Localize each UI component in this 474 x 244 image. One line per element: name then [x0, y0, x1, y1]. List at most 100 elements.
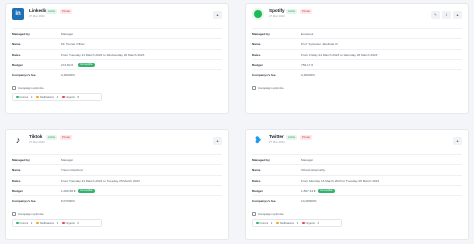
upload-icon[interactable]: ▲	[213, 11, 222, 19]
row-dates: Dates From Monday 13 March 2023 to Tuesd…	[252, 174, 462, 185]
card-header: in Linkedin 27 Mar 2023 Active Private ▲	[12, 8, 222, 24]
current-label: Current	[19, 95, 29, 99]
optimize-summary[interactable]: Current 3 Notifications 4 Urgents 8	[12, 93, 102, 101]
campaign-name: Tiktok	[29, 134, 43, 139]
optimize-summary[interactable]: Current 4 Notifications 3 Urgents 4	[252, 219, 342, 227]
optimize-title: Campaign optimize	[18, 212, 44, 216]
row-fee: Companys's fee 9,28000%	[12, 69, 222, 79]
row-budget: Budget 1.897,44 € Convertible	[252, 184, 462, 195]
row-managed-by: Managed by Emetteur	[252, 28, 462, 38]
row-name: Name Orland Abernathy	[252, 164, 462, 174]
notifications-count: 4	[56, 95, 59, 99]
current-count: 4	[30, 221, 33, 225]
card-header: Spotify 27 Mar 2023 Active Private ✎ ⇩ ▲	[252, 8, 462, 24]
card-header: ❥ Twitter 27 Mar 2023 Active Private ▲	[252, 134, 462, 150]
row-managed-by: Managed by Manager	[12, 28, 222, 38]
row-managed-by: Managed by Manager	[12, 154, 222, 164]
campaign-date: 27 Mar 2023	[269, 14, 285, 18]
row-name: Name Prof. Sylvester Jakubiak III	[252, 38, 462, 48]
row-name: Name Travon Reichert	[12, 164, 222, 174]
upload-icon[interactable]: ▲	[213, 137, 222, 145]
notifications-label: Notifications	[39, 221, 54, 225]
optimize-title: Campaign optimize	[258, 86, 284, 90]
label: Companys's fee	[12, 199, 36, 204]
urgents-label: Urgents	[65, 95, 75, 99]
current-count: 4	[270, 221, 273, 225]
edit-icon[interactable]: ✎	[431, 11, 440, 19]
convertible-badge: Convertible	[318, 188, 335, 194]
urgents-count: 4	[317, 221, 319, 225]
card-actions: ▲	[213, 137, 222, 145]
optimize-title: Campaign optimize	[18, 86, 44, 90]
card-actions: ▲	[453, 137, 462, 145]
campaign-card-spotify: Spotify 27 Mar 2023 Active Private ✎ ⇩ ▲…	[245, 3, 469, 114]
status-badge-active: Active	[286, 135, 298, 140]
urgents-dot-icon	[62, 95, 65, 99]
campaign-date: 27 Mar 2023	[29, 14, 45, 18]
urgents-label: Urgents	[65, 221, 75, 225]
optimize-icon	[12, 86, 16, 90]
current-count: 3	[30, 95, 33, 99]
urgents-count: 8	[77, 95, 79, 99]
upload-icon[interactable]: ▲	[453, 11, 462, 19]
urgents-label: Urgents	[305, 221, 315, 225]
row-name: Name Mr. Hunter Offset	[12, 38, 222, 48]
campaign-card-twitter: ❥ Twitter 27 Mar 2023 Active Private ▲ M…	[245, 129, 469, 240]
status-badge-private: Private	[300, 9, 313, 14]
notifications-label: Notifications	[39, 95, 54, 99]
current-dot-icon	[256, 221, 259, 225]
campaign-card-tiktok: ♪ Tiktok 27 Mar 2023 Active Private ▲ Ma…	[5, 129, 229, 240]
value: 8,07000%	[61, 199, 75, 204]
upload-icon[interactable]: ▲	[453, 137, 462, 145]
campaign-optimize: Campaign optimize	[252, 86, 462, 90]
row-fee: Companys's fee 8,07000%	[12, 195, 222, 205]
current-dot-icon	[16, 221, 19, 225]
urgents-count: 6	[77, 221, 79, 225]
status-badge-active: Active	[46, 9, 58, 14]
notifications-dot-icon	[36, 221, 39, 225]
notifications-dot-icon	[276, 221, 279, 225]
value: 10,28000%	[301, 199, 317, 204]
current-label: Current	[19, 221, 29, 225]
notifications-label: Notifications	[279, 221, 294, 225]
twitter-logo-icon: ❥	[254, 134, 262, 145]
row-managed-by: Managed by Manager	[252, 154, 462, 164]
row-budget: Budget 759,17 €	[252, 58, 462, 69]
convertible-badge: Convertible	[78, 62, 95, 68]
row-fee: Companys's fee 9,28000%	[252, 69, 462, 79]
campaign-name: Spotify	[269, 8, 285, 13]
optimize-title: Campaign optimize	[258, 212, 284, 216]
campaign-name: Twitter	[269, 134, 284, 139]
tiktok-logo-icon: ♪	[15, 135, 21, 145]
label: Companys's fee	[252, 73, 276, 78]
campaign-date: 27 Mar 2023	[269, 140, 285, 144]
current-dot-icon	[16, 95, 19, 99]
optimize-summary[interactable]: Current 4 Notifications 4 Urgents 6	[12, 219, 102, 227]
optimize-icon	[252, 212, 256, 216]
card-actions: ✎ ⇩ ▲	[431, 11, 462, 19]
row-dates: Dates From Tuesday 21 March 2023 to Wedn…	[12, 48, 222, 59]
campaign-optimize: Campaign optimize Current 4 Notification…	[252, 212, 462, 227]
value: 9,28000%	[61, 73, 75, 78]
notifications-count: 4	[56, 221, 59, 225]
status-badge-active: Active	[286, 9, 298, 14]
urgents-dot-icon	[62, 221, 65, 225]
row-budget: Budget 274,82 € Convertible	[12, 58, 222, 69]
status-badge-private: Private	[300, 135, 313, 140]
status-badge-active: Active	[46, 135, 58, 140]
row-fee: Companys's fee 10,28000%	[252, 195, 462, 205]
row-budget: Budget 1.009,86 € Convertible	[12, 184, 222, 195]
current-label: Current	[259, 221, 269, 225]
spotify-logo-icon	[252, 8, 264, 20]
notifications-dot-icon	[36, 95, 39, 99]
status-badge-private: Private	[60, 135, 73, 140]
notifications-count: 3	[296, 221, 299, 225]
card-header: ♪ Tiktok 27 Mar 2023 Active Private ▲	[12, 134, 222, 150]
row-dates: Dates From Friday 24 March 2023 to Satur…	[252, 48, 462, 59]
urgents-dot-icon	[302, 221, 305, 225]
download-icon[interactable]: ⇩	[442, 11, 451, 19]
label: Companys's fee	[252, 199, 276, 204]
optimize-icon	[252, 86, 256, 90]
campaign-card-linkedin: in Linkedin 27 Mar 2023 Active Private ▲…	[5, 3, 229, 114]
status-badge-private: Private	[60, 9, 73, 14]
